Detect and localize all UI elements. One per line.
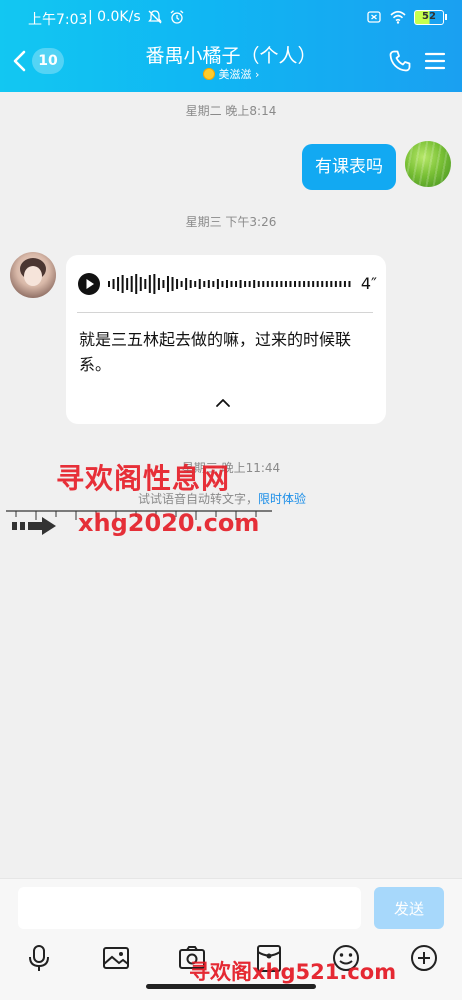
watermark-url: xhg2020.com [78,509,260,537]
phone-icon[interactable] [388,49,412,73]
watermark-url-bottom: 寻欢阁xhg521.com [189,960,397,984]
chat-header: 上午7:03 | 0.0K/s 52 10 番禺小橘子（个人） 美滋滋 › [0,0,462,92]
no-sim-icon [367,11,381,23]
menu-icon[interactable] [424,50,446,72]
status-time: 上午7:03 [28,12,88,28]
status-emoji-icon [202,68,215,80]
mute-bell-icon [148,10,162,24]
alarm-icon [170,10,184,24]
speech-to-text-hint: 试试语音自动转文字，限时体验 [138,490,306,507]
network-speed: | 0.0K/s [88,9,141,25]
play-icon[interactable] [77,272,101,296]
arrow-logo-icon [12,517,56,535]
voice-transcript: 就是三五林起去做的嘛，过来的时候联系。 [79,330,352,374]
divider [77,312,373,313]
chat-subtitle-text: 美滋滋 › [218,68,260,81]
voice-waveform [108,274,351,294]
send-button[interactable]: 发送 [374,887,444,929]
voice-message-card[interactable]: 4″ 就是三五林起去做的嘛，过来的时候联系。 [66,255,386,424]
status-bar: 上午7:03 | 0.0K/s 52 [0,0,462,36]
microphone-icon[interactable] [24,943,54,973]
trial-link[interactable]: 限时体验 [258,492,306,506]
voice-duration: 4″ [360,274,377,293]
voice-player: 4″ [77,272,377,296]
status-icons-right: 52 [366,9,447,25]
plus-icon[interactable] [409,943,439,973]
chevron-up-icon[interactable] [214,397,232,409]
battery-indicator: 52 [414,9,447,25]
contact-avatar[interactable] [10,252,56,298]
image-icon[interactable] [101,943,131,973]
sent-message-bubble[interactable]: 有课表吗 [302,144,396,190]
title-bar: 10 番禺小橘子（个人） 美滋滋 › [0,36,462,92]
message-input[interactable] [18,887,361,929]
my-avatar[interactable] [405,141,451,187]
hint-text: 试试语音自动转文字， [138,492,259,506]
timestamp: 星期三 下午3:26 [185,215,277,229]
status-icons-left [147,9,185,25]
home-indicator[interactable] [146,984,316,989]
wifi-icon [390,10,406,24]
timestamp: 星期二 晚上8:14 [185,104,277,118]
